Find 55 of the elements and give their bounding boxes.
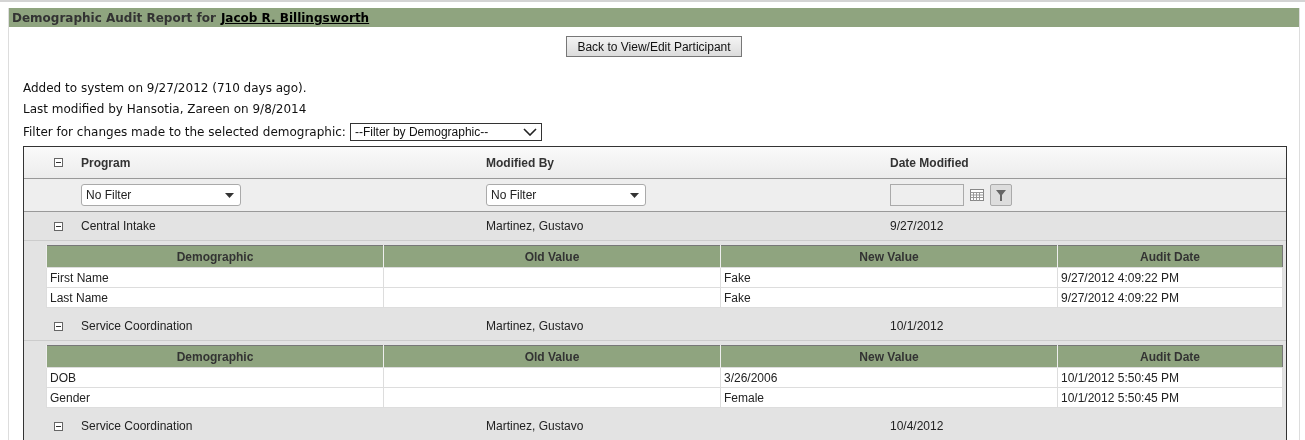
filter-button[interactable]	[990, 184, 1012, 206]
table-cell: DOB	[46, 367, 384, 388]
date-field[interactable]	[890, 184, 964, 206]
column-header: New Value	[720, 245, 1058, 268]
group-row[interactable]: Service Coordination Martinez, Gustavo 10/1/2012	[24, 312, 1286, 340]
filter-dropdown[interactable]: No Filter	[486, 184, 646, 206]
column-header: Old Value	[383, 345, 721, 368]
table-cell: 3/26/2006	[720, 367, 1058, 388]
table-cell: 10/1/2012 5:50:45 PM	[1057, 387, 1283, 408]
column-header: Demographic	[46, 245, 384, 268]
filter-label: Filter for changes made to the selected demographic:	[23, 125, 346, 139]
table-cell: Fake	[720, 287, 1058, 308]
filter-icon	[996, 189, 1006, 201]
table-cell: Last Name	[46, 287, 384, 308]
back-button[interactable]: Back to View/Edit Participant	[566, 36, 742, 57]
filter-dropdown[interactable]: No Filter	[81, 184, 241, 206]
date-cell-text: 10/1/2012	[889, 319, 945, 333]
column-header: New Value	[720, 345, 1058, 368]
column-header: Old Value	[383, 245, 721, 268]
table-cell: 10/1/2012 5:50:45 PM	[1057, 367, 1283, 388]
info-text: Last modified by Hansotia, Zareen on 9/8/2014	[23, 101, 308, 118]
caret-icon	[630, 192, 639, 198]
collapse-icon[interactable]	[54, 221, 63, 231]
table-cell: 9/27/2012 4:09:22 PM	[1057, 267, 1283, 288]
info-text: Added to system on 9/27/2012 (710 days ago).	[23, 80, 308, 97]
report-title: Demographic Audit Report for	[12, 10, 216, 25]
modified-by-cell-text: Martinez, Gustavo	[485, 319, 585, 333]
calendar-icon	[970, 189, 984, 201]
group-row[interactable]: Service Coordination Martinez, Gustavo 10/4/2012	[24, 412, 1286, 440]
program-cell-text: Service Coordination	[80, 419, 194, 433]
table-cell: Female	[720, 387, 1058, 408]
participant-link[interactable]: Jacob R. Billingsworth	[220, 10, 370, 25]
column-header: Audit Date	[1057, 245, 1283, 268]
chevron-icon	[522, 128, 537, 136]
collapse-icon[interactable]	[54, 421, 63, 431]
table-cell: 9/27/2012 4:09:22 PM	[1057, 287, 1283, 308]
caret-icon	[225, 192, 234, 198]
group-row[interactable]: Central Intake Martinez, Gustavo 9/27/2012	[24, 212, 1286, 240]
modified-by-cell-text: Martinez, Gustavo	[485, 219, 585, 233]
column-header[interactable]: Modified By	[478, 155, 882, 170]
program-cell-text: Central Intake	[80, 219, 157, 233]
modified-by-cell-text: Martinez, Gustavo	[485, 419, 585, 433]
column-header[interactable]: Date Modified	[882, 155, 1286, 170]
date-cell-text: 10/4/2012	[889, 419, 945, 433]
table-cell: Gender	[46, 387, 384, 408]
column-header: Audit Date	[1057, 345, 1283, 368]
table-cell: First Name	[46, 267, 384, 288]
collapse-icon[interactable]	[54, 321, 63, 331]
collapse-icon[interactable]	[54, 158, 63, 167]
column-header: Demographic	[46, 345, 384, 368]
column-header[interactable]: Program	[73, 155, 478, 170]
date-cell-text: 9/27/2012	[889, 219, 945, 233]
program-cell-text: Service Coordination	[80, 319, 194, 333]
table-cell: Fake	[720, 267, 1058, 288]
demographic-dropdown[interactable]: --Filter by Demographic--	[349, 123, 542, 141]
